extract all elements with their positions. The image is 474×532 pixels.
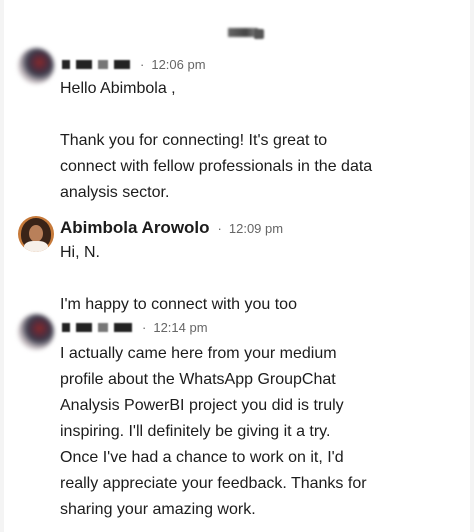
message-line: I actually came here from your medium bbox=[60, 345, 337, 362]
message-header: · 12:14 pm bbox=[62, 320, 208, 335]
message-line: really appreciate your feedback. Thanks … bbox=[60, 475, 367, 492]
redacted-name-part bbox=[98, 323, 108, 332]
separator-dot: · bbox=[142, 320, 147, 335]
redacted-name-part bbox=[114, 323, 132, 332]
sender-name[interactable]: Abimbola Arowolo bbox=[60, 218, 210, 238]
message-body: I actually came here from your medium pr… bbox=[60, 341, 450, 523]
redacted-name-part bbox=[76, 323, 92, 332]
message-time: 12:14 pm bbox=[153, 320, 208, 335]
message-line: Analysis PowerBI project you did is trul… bbox=[60, 397, 344, 414]
redacted-name-part bbox=[62, 323, 70, 332]
redacted-name-part bbox=[76, 60, 92, 69]
message-header: Abimbola Arowolo · 12:09 pm bbox=[60, 218, 283, 238]
message-line: I'm happy to connect with you too bbox=[60, 296, 297, 313]
sender-avatar[interactable] bbox=[18, 314, 54, 350]
avatar-shirt bbox=[24, 241, 48, 252]
avatar-face bbox=[29, 225, 43, 242]
sender-avatar[interactable] bbox=[18, 216, 54, 252]
redacted-header-text-2 bbox=[254, 29, 264, 39]
message-time: 12:09 pm bbox=[228, 220, 284, 236]
message-header: · 12:06 pm bbox=[62, 57, 206, 72]
message-thread: · 12:06 pm Hello Abimbola , Thank you fo… bbox=[4, 0, 470, 532]
redacted-name-part bbox=[98, 60, 108, 69]
message-line: connect with fellow professionals in the… bbox=[60, 158, 373, 175]
message-body: Hello Abimbola , Thank you for connectin… bbox=[60, 76, 450, 206]
separator-dot: · bbox=[140, 57, 145, 72]
separator-dot: · bbox=[217, 220, 222, 236]
redacted-name-part bbox=[62, 60, 70, 69]
message-line: Thank you for connecting! It's great to bbox=[60, 132, 328, 149]
message-time: 12:06 pm bbox=[151, 57, 206, 72]
message-line: Hello Abimbola , bbox=[60, 80, 176, 97]
redacted-name-part bbox=[114, 60, 130, 69]
sender-avatar[interactable] bbox=[18, 48, 54, 84]
message-line: sharing your amazing work. bbox=[60, 501, 256, 518]
message-line: Once I've had a chance to work on it, I'… bbox=[60, 449, 344, 466]
greeting-text: Hi, N. bbox=[60, 244, 100, 261]
message-line: profile about the WhatsApp GroupChat bbox=[60, 371, 336, 388]
message-body: Hi, N. I'm happy to connect with you too bbox=[60, 240, 450, 318]
message-line: analysis sector. bbox=[60, 184, 170, 201]
message-line: Hi, N. bbox=[60, 240, 450, 266]
message-line: inspiring. I'll definitely be giving it … bbox=[60, 423, 331, 440]
